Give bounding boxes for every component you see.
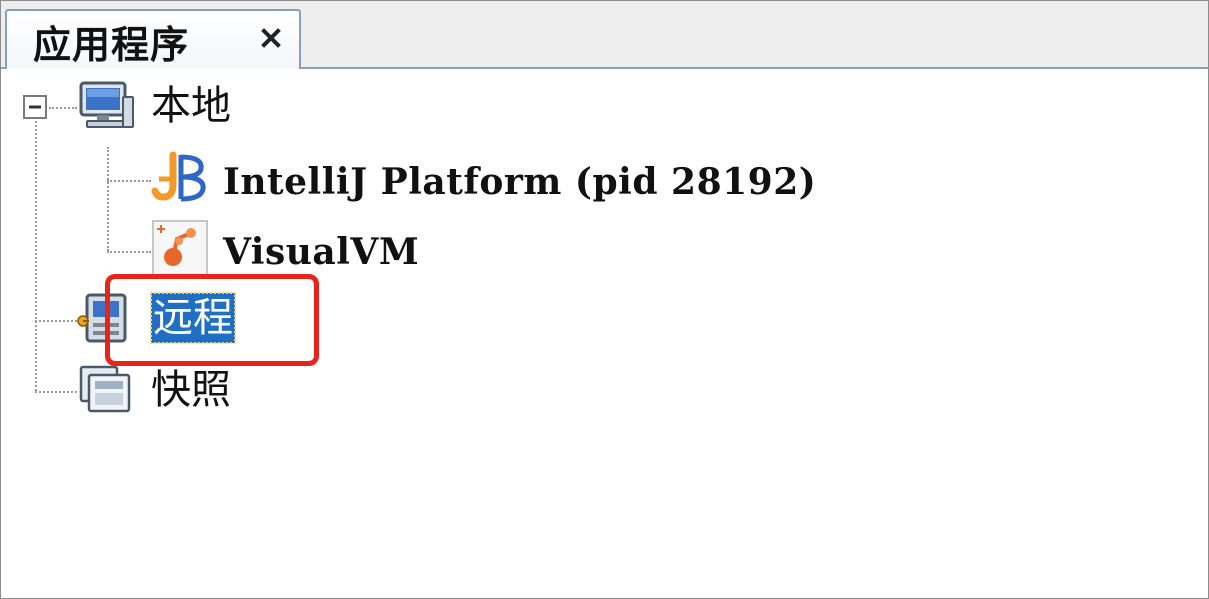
tree-node-remote[interactable]: 远程: [77, 289, 277, 349]
tree-line: [49, 107, 77, 109]
tree-line: [35, 121, 37, 391]
applications-tree: 本地 IntelliJ Platform (pid 28192) VisualV…: [1, 69, 1208, 598]
remote-host-icon: [77, 289, 137, 349]
tree-line: [107, 147, 109, 251]
tree-node-visualvm[interactable]: VisualVM: [151, 219, 451, 279]
tree-line: [35, 391, 77, 393]
tree-node-label: 本地: [151, 83, 231, 129]
tree-node-snapshots[interactable]: 快照: [77, 361, 277, 421]
snapshots-icon: [77, 361, 137, 421]
close-icon[interactable]: [257, 24, 285, 52]
visualvm-icon: [151, 219, 211, 279]
tree-line: [107, 180, 151, 182]
tree-line: [35, 320, 77, 322]
collapse-icon[interactable]: [23, 95, 47, 119]
intellij-icon: [151, 149, 211, 209]
tree-line: [107, 251, 151, 253]
tab-strip: 应用程序: [1, 1, 1208, 69]
tree-node-intellij[interactable]: IntelliJ Platform (pid 28192): [151, 149, 911, 209]
tab-title: 应用程序: [33, 23, 190, 67]
tree-node-label: IntelliJ Platform (pid 28192): [223, 161, 817, 203]
tree-node-label: 快照: [151, 367, 231, 413]
tree-node-label: VisualVM: [223, 231, 420, 273]
tree-node-label: 远程: [150, 292, 236, 344]
tab-applications[interactable]: 应用程序: [5, 9, 301, 69]
tree-node-local[interactable]: 本地: [77, 77, 277, 137]
computer-icon: [77, 77, 137, 137]
applications-panel: 应用程序 本地 IntelliJ Platform (pid 28192) Vi…: [0, 0, 1209, 599]
